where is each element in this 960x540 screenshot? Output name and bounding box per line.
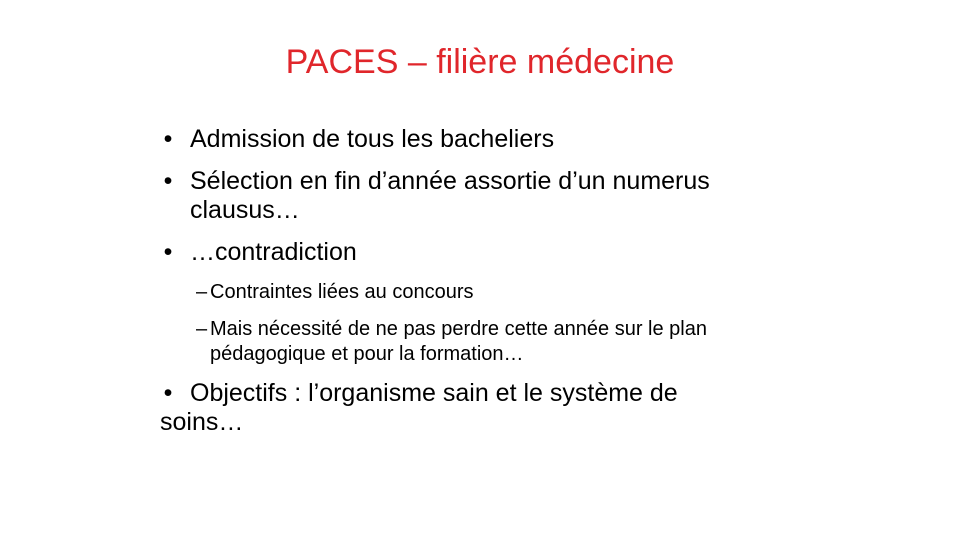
bullet-item: • Sélection en fin d’année assortie d’un… bbox=[158, 167, 790, 225]
bullet-text-line-1: Objectifs : l’organisme sain et le systè… bbox=[190, 379, 678, 407]
bullet-list: • Admission de tous les bacheliers • Sél… bbox=[158, 125, 798, 437]
sub-bullet-text: Mais nécessité de ne pas perdre cette an… bbox=[210, 318, 707, 365]
slide-title: PACES – filière médecine bbox=[285, 43, 675, 81]
slide: PACES – filière médecine • Admission de … bbox=[0, 0, 960, 540]
bullet-marker: • bbox=[163, 125, 173, 153]
bullet-text-line-2: soins… bbox=[160, 408, 244, 436]
bullet-text: …contradiction bbox=[190, 238, 357, 266]
bullet-item-objectifs: • Objectifs : l’organisme sain et le sys… bbox=[158, 379, 798, 408]
bullet-marker: • bbox=[163, 379, 173, 407]
bullet-item: • Admission de tous les bacheliers bbox=[158, 125, 798, 154]
bullet-item: • …contradiction bbox=[158, 238, 798, 267]
bullet-text: Sélection en fin d’année assortie d’un n… bbox=[190, 167, 710, 224]
sub-bullet-item: – Contraintes liées au concours bbox=[158, 280, 798, 305]
sub-bullet-list: – Contraintes liées au concours – Mais n… bbox=[158, 280, 798, 367]
sub-bullet-marker: – bbox=[196, 281, 208, 303]
sub-bullet-text: Contraintes liées au concours bbox=[210, 281, 474, 303]
bullet-item-objectifs-continuation: soins… bbox=[158, 408, 798, 437]
sub-bullet-item: – Mais nécessité de ne pas perdre cette … bbox=[158, 317, 780, 367]
bullet-text: Admission de tous les bacheliers bbox=[190, 125, 555, 153]
bullet-marker: • bbox=[163, 238, 173, 266]
sub-bullet-marker: – bbox=[196, 318, 208, 340]
bullet-marker: • bbox=[163, 167, 173, 195]
